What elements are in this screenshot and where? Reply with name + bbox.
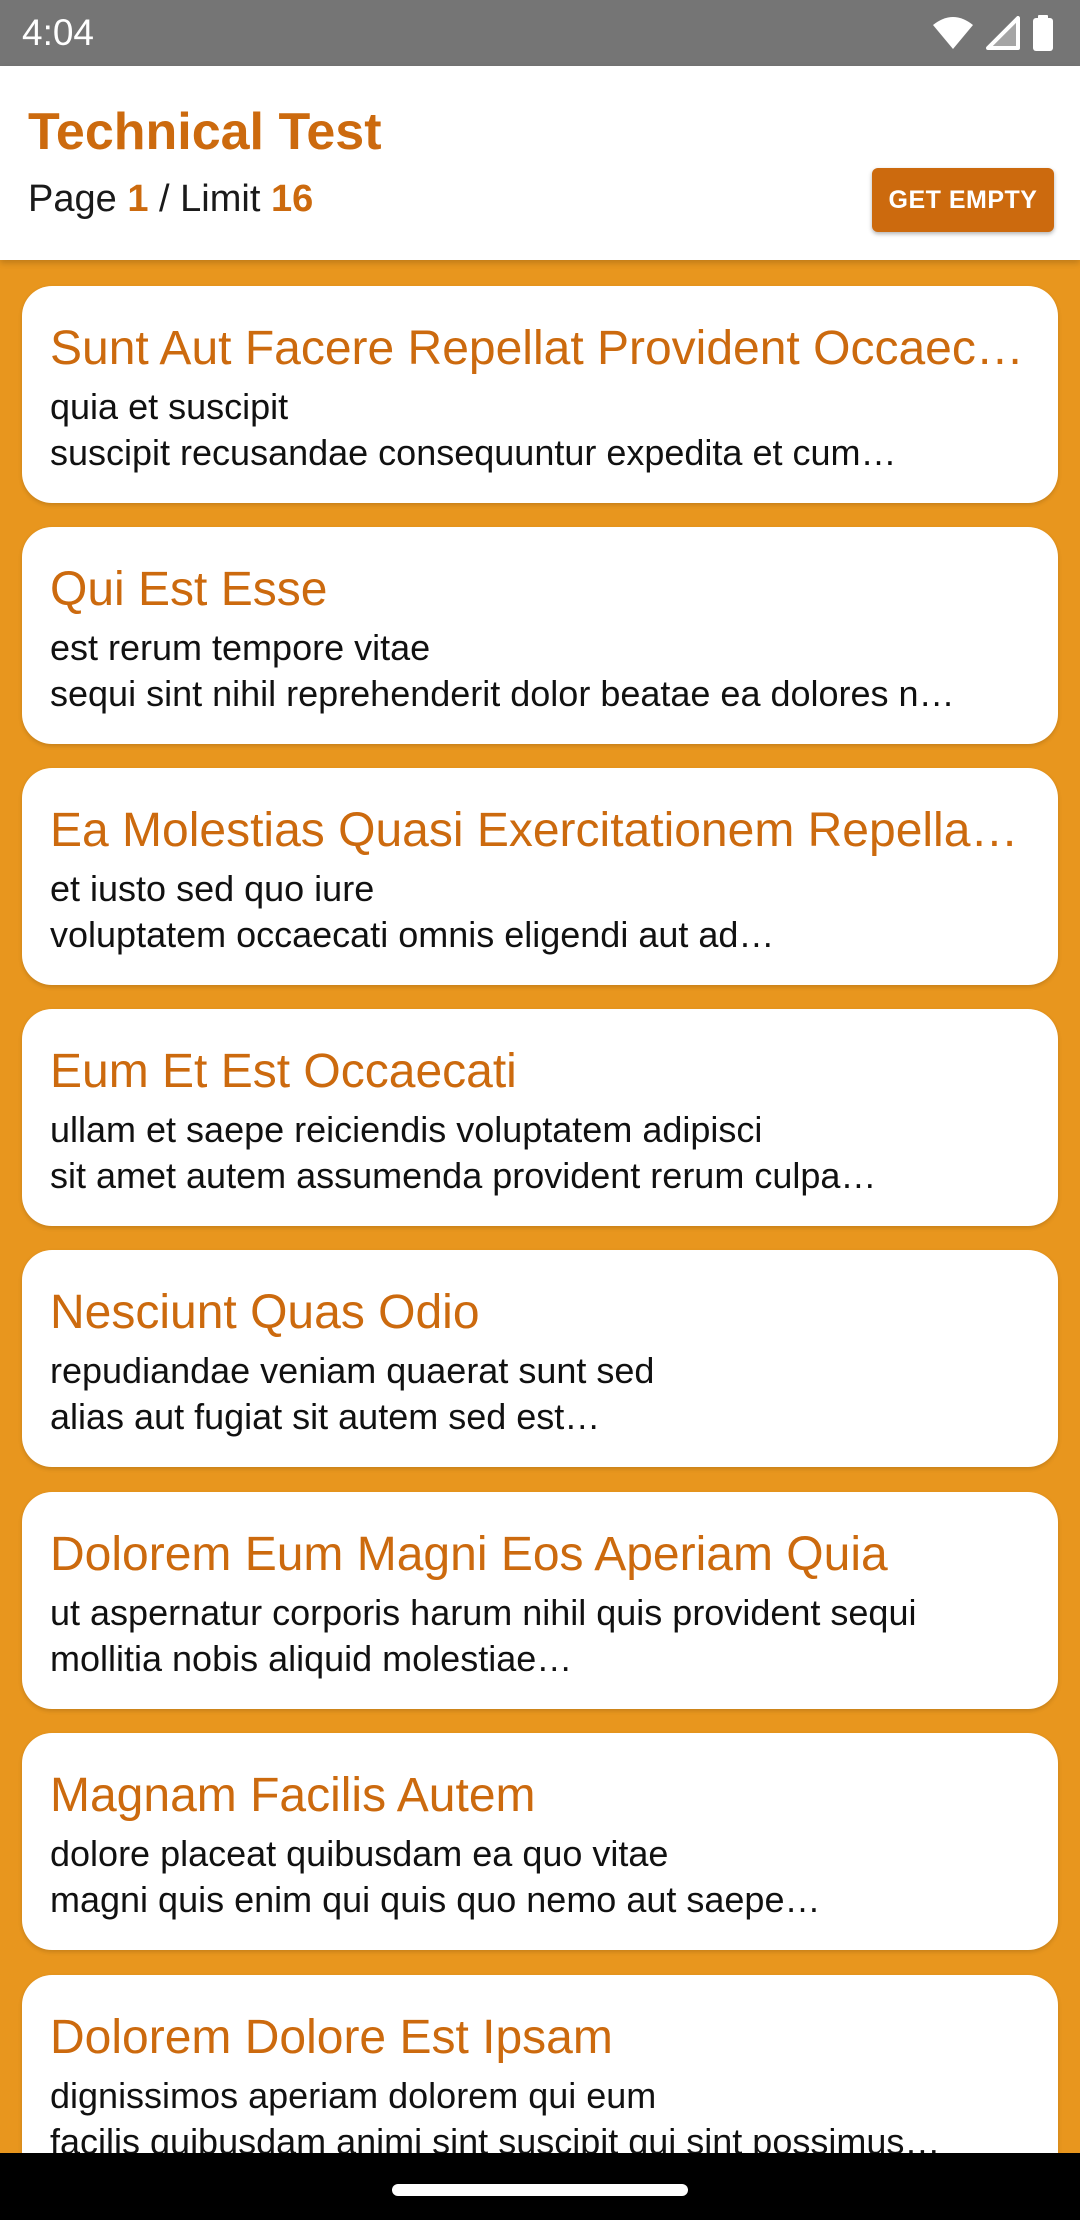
post-title: Ea Molestias Quasi Exercitationem Repell… bbox=[50, 804, 1030, 857]
post-title: Magnam Facilis Autem bbox=[50, 1769, 536, 1822]
post-body: repudiandae veniam quaerat sunt sed alia… bbox=[50, 1348, 1030, 1440]
post-card[interactable]: Nesciunt Quas Odio repudiandae veniam qu… bbox=[22, 1250, 1058, 1467]
post-card[interactable]: Ea Molestias Quasi Exercitationem Repell… bbox=[22, 768, 1058, 985]
post-title: Qui Est Esse bbox=[50, 563, 328, 616]
get-empty-button[interactable]: GET EMPTY bbox=[872, 168, 1054, 232]
post-body: quia et suscipit suscipit recusandae con… bbox=[50, 384, 1030, 476]
post-body-line: voluptatem occaecati omnis eligendi aut … bbox=[50, 914, 775, 955]
limit-label: Limit bbox=[180, 178, 261, 220]
battery-icon bbox=[1032, 15, 1054, 51]
cellular-signal-icon bbox=[986, 16, 1020, 50]
post-card[interactable]: Sunt Aut Facere Repellat Provident Occae… bbox=[22, 286, 1058, 503]
post-body-line: et iusto sed quo iure bbox=[50, 868, 375, 909]
post-list[interactable]: Sunt Aut Facere Repellat Provident Occae… bbox=[0, 260, 1080, 2153]
status-icons bbox=[932, 14, 1054, 52]
post-card[interactable]: Qui Est Esse est rerum tempore vitae seq… bbox=[22, 527, 1058, 744]
post-body-line: suscipit recusandae consequuntur expedit… bbox=[50, 432, 897, 473]
post-body-line: magni quis enim qui quis quo nemo aut sa… bbox=[50, 1879, 821, 1920]
post-body-line: mollitia nobis aliquid molestiae… bbox=[50, 1638, 573, 1679]
post-body-line: sit amet autem assumenda provident rerum… bbox=[50, 1155, 877, 1196]
post-body: dolore placeat quibusdam ea quo vitae ma… bbox=[50, 1831, 1030, 1923]
limit-number: 16 bbox=[270, 178, 314, 220]
post-title: Dolorem Eum Magni Eos Aperiam Quia bbox=[50, 1528, 888, 1581]
post-body-line: facilis quibusdam animi sint suscipit qu… bbox=[50, 2121, 941, 2153]
post-body-line: dignissimos aperiam dolorem qui eum bbox=[50, 2075, 657, 2116]
page-info: Page 1 / Limit 16 bbox=[28, 176, 313, 222]
home-indicator[interactable] bbox=[392, 2184, 688, 2196]
post-title: Nesciunt Quas Odio bbox=[50, 1286, 480, 1339]
post-body-line: sequi sint nihil reprehenderit dolor bea… bbox=[50, 673, 955, 714]
wifi-icon bbox=[932, 16, 974, 50]
page-number: 1 bbox=[127, 178, 149, 220]
app-header: Technical Test Page 1 / Limit 16 GET EMP… bbox=[0, 66, 1080, 260]
post-card[interactable]: Magnam Facilis Autem dolore placeat quib… bbox=[22, 1733, 1058, 1950]
app-title: Technical Test bbox=[28, 103, 382, 161]
post-body-line: dolore placeat quibusdam ea quo vitae bbox=[50, 1833, 669, 1874]
post-body-line: alias aut fugiat sit autem sed est… bbox=[50, 1396, 601, 1437]
post-title: Sunt Aut Facere Repellat Provident Occae… bbox=[50, 322, 1030, 375]
post-body: dignissimos aperiam dolorem qui eum faci… bbox=[50, 2073, 1030, 2153]
post-body: ullam et saepe reiciendis voluptatem adi… bbox=[50, 1107, 1030, 1199]
post-card[interactable]: Eum Et Est Occaecati ullam et saepe reic… bbox=[22, 1009, 1058, 1226]
status-bar: 4:04 bbox=[0, 0, 1080, 66]
post-card[interactable]: Dolorem Dolore Est Ipsam dignissimos ape… bbox=[22, 1975, 1058, 2153]
post-body: est rerum tempore vitae sequi sint nihil… bbox=[50, 625, 1030, 717]
post-body-line: ullam et saepe reiciendis voluptatem adi… bbox=[50, 1109, 763, 1150]
page-label: Page bbox=[28, 178, 117, 220]
post-title: Eum Et Est Occaecati bbox=[50, 1045, 517, 1098]
post-body-line: repudiandae veniam quaerat sunt sed bbox=[50, 1350, 655, 1391]
page-separator: / bbox=[159, 178, 170, 220]
post-body-line: est rerum tempore vitae bbox=[50, 627, 431, 668]
post-body-line: ut aspernatur corporis harum nihil quis … bbox=[50, 1592, 917, 1633]
post-body: ut aspernatur corporis harum nihil quis … bbox=[50, 1590, 1030, 1682]
post-body: et iusto sed quo iure voluptatem occaeca… bbox=[50, 866, 1030, 958]
post-title: Dolorem Dolore Est Ipsam bbox=[50, 2011, 613, 2064]
status-time: 4:04 bbox=[22, 12, 95, 53]
post-body-line: quia et suscipit bbox=[50, 386, 289, 427]
post-card[interactable]: Dolorem Eum Magni Eos Aperiam Quia ut as… bbox=[22, 1492, 1058, 1709]
